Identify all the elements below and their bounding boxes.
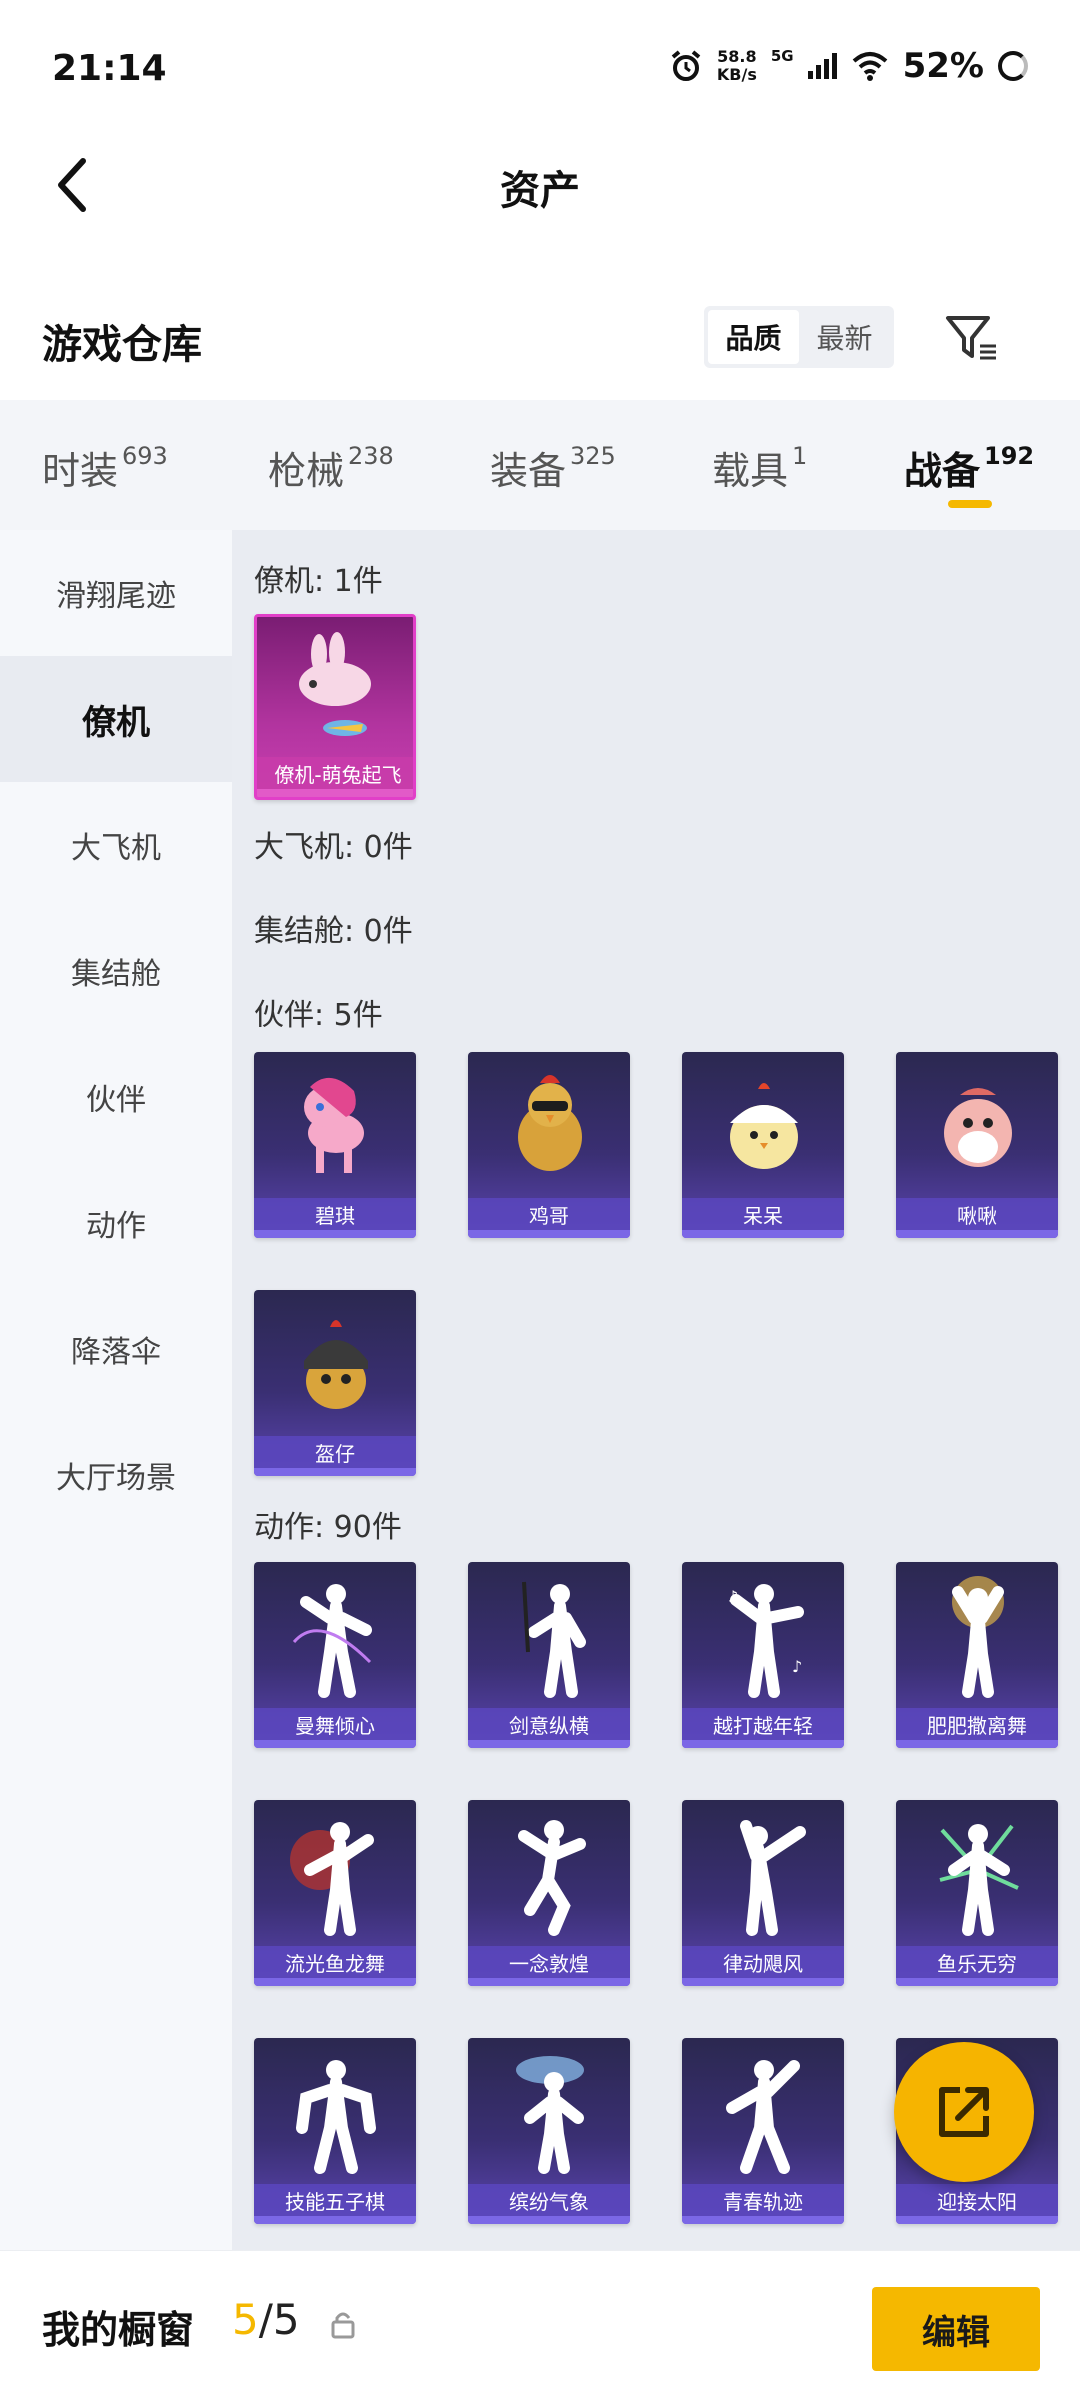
svg-text:♪: ♪ xyxy=(728,1587,738,1606)
showcase-label: 我的橱窗 xyxy=(42,2308,195,2352)
item-card[interactable]: 盔仔 xyxy=(254,1290,416,1476)
showcase-bar: 我的橱窗 5/5 编辑 xyxy=(0,2250,1080,2400)
section-title: 游戏仓库 xyxy=(42,322,202,368)
sidebar: 滑翔尾迹 僚机 大飞机 集结舱 伙伴 动作 降落伞 大厅场景 xyxy=(0,530,232,2250)
category-tabs: 时装 693 枪械 238 装备 325 载具 1 战备 192 xyxy=(0,400,1080,530)
item-card[interactable]: 鸡哥 xyxy=(468,1052,630,1238)
sidebar-item-parachute[interactable]: 降落伞 xyxy=(0,1286,232,1412)
item-card[interactable]: 鱼乐无穷 xyxy=(896,1800,1058,1986)
item-card[interactable]: 技能五子棋 xyxy=(254,2038,416,2224)
edit-button[interactable]: 编辑 xyxy=(872,2287,1040,2371)
status-time: 21:14 xyxy=(52,48,167,89)
filter-button[interactable] xyxy=(940,306,1004,370)
swirl-figure-icon xyxy=(682,1800,844,1950)
status-bar: 21:14 58.8 KB/s 5G 52% xyxy=(0,0,1080,130)
sort-toggle: 品质 最新 xyxy=(704,306,894,368)
wifi-icon xyxy=(852,52,887,81)
status-icons: 58.8 KB/s 5G 52% xyxy=(669,46,1028,86)
fish-figure-icon xyxy=(896,1800,1058,1950)
item-card[interactable]: 呆呆 xyxy=(682,1052,844,1238)
dancer-figure-icon xyxy=(254,1562,416,1712)
active-tab-indicator xyxy=(948,500,992,508)
tab-vehicles[interactable]: 载具 1 xyxy=(712,440,807,495)
lock-icon xyxy=(331,2312,355,2339)
sort-quality-option[interactable]: 品质 xyxy=(708,310,799,364)
tab-guns[interactable]: 枪械 238 xyxy=(268,440,394,495)
section-header: 游戏仓库 品质 最新 xyxy=(0,240,1080,400)
dragon-figure-icon xyxy=(254,1800,416,1950)
sword-figure-icon xyxy=(468,1562,630,1712)
tab-fashion[interactable]: 时装 693 xyxy=(42,440,168,495)
sort-newest-option[interactable]: 最新 xyxy=(799,310,890,364)
item-card[interactable]: 剑意纵横 xyxy=(468,1562,630,1748)
chicken-icon xyxy=(468,1052,630,1202)
pony-icon xyxy=(254,1052,416,1202)
item-card[interactable]: 僚机-萌兔起飞 xyxy=(254,614,416,800)
item-card[interactable]: 啾啾 xyxy=(896,1052,1058,1238)
sidebar-item-lobby-scene[interactable]: 大厅场景 xyxy=(0,1412,232,1538)
group-label-partner: 伙伴: 5件 xyxy=(254,998,383,1033)
page-title: 资产 xyxy=(500,168,580,214)
weather-figure-icon xyxy=(468,2038,630,2188)
item-card[interactable]: 青春轨迹 xyxy=(682,2038,844,2224)
sidebar-item-partner[interactable]: 伙伴 xyxy=(0,1034,232,1160)
item-card[interactable]: 律动飓风 xyxy=(682,1800,844,1986)
glow-figure-icon xyxy=(896,1562,1058,1712)
share-button[interactable] xyxy=(894,2042,1034,2182)
chick-icon xyxy=(682,1052,844,1202)
group-label-plane: 大飞机: 0件 xyxy=(254,830,413,865)
item-card[interactable]: 一念敦煌 xyxy=(468,1800,630,1986)
group-label-emote: 动作: 90件 xyxy=(254,1510,402,1545)
filter-icon xyxy=(946,316,996,360)
youth-figure-icon xyxy=(682,2038,844,2188)
flex-figure-icon xyxy=(254,2038,416,2188)
bunny-plane-icon xyxy=(257,617,413,767)
sidebar-item-plane[interactable]: 大飞机 xyxy=(0,782,232,908)
helmet-chick-icon xyxy=(254,1290,416,1440)
dunhuang-figure-icon xyxy=(468,1800,630,1950)
music-figure-icon: ♪ ♪ xyxy=(682,1562,844,1712)
tab-readiness[interactable]: 战备 192 xyxy=(904,440,1034,495)
group-label-wingman: 僚机: 1件 xyxy=(254,564,383,599)
bird-icon xyxy=(896,1052,1058,1202)
battery-level: 52% xyxy=(902,46,984,86)
sidebar-item-wingman[interactable]: 僚机 xyxy=(0,656,232,782)
showcase-count: 5/5 xyxy=(232,2295,300,2344)
share-icon xyxy=(939,2087,989,2137)
sidebar-item-capsule[interactable]: 集结舱 xyxy=(0,908,232,1034)
group-label-capsule: 集结舱: 0件 xyxy=(254,914,413,949)
network-speed: 58.8 KB/s xyxy=(716,47,757,84)
item-card[interactable]: 碧琪 xyxy=(254,1052,416,1238)
item-card[interactable]: 曼舞倾心 xyxy=(254,1562,416,1748)
item-grid: 僚机: 1件 僚机-萌兔起飞 大飞机: 0件 集结舱: 0件 伙伴: 5件 碧琪… xyxy=(232,530,1080,2250)
alarm-icon xyxy=(671,50,701,81)
item-card[interactable]: 缤纷气象 xyxy=(468,2038,630,2224)
item-card[interactable]: 流光鱼龙舞 xyxy=(254,1800,416,1986)
item-card[interactable]: 肥肥撒离舞 xyxy=(896,1562,1058,1748)
item-card[interactable]: ♪ ♪ 越打越年轻 xyxy=(682,1562,844,1748)
signal-icon xyxy=(807,53,837,79)
app-header: 资产 xyxy=(0,130,1080,240)
svg-text:♪: ♪ xyxy=(792,1657,802,1676)
battery-icon xyxy=(998,51,1028,81)
network-type: 5G xyxy=(770,47,794,65)
sidebar-item-emote[interactable]: 动作 xyxy=(0,1160,232,1286)
tab-equipment[interactable]: 装备 325 xyxy=(490,440,616,495)
sidebar-item-glide-trail[interactable]: 滑翔尾迹 xyxy=(0,530,232,656)
